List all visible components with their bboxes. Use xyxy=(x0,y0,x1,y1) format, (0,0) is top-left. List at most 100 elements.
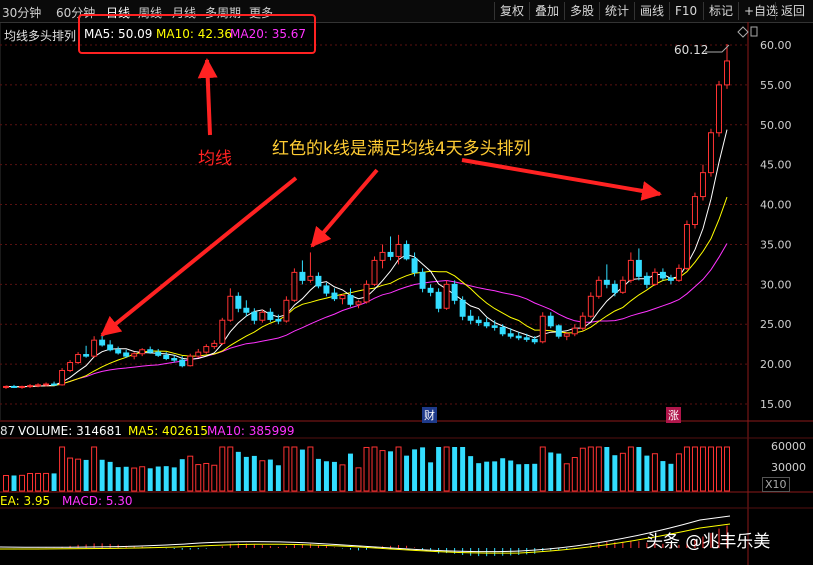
candle-body-46 xyxy=(371,259,378,285)
volume-bar-74 xyxy=(595,446,602,492)
volume-bar-84 xyxy=(675,453,682,492)
candle-body-74 xyxy=(595,279,602,297)
candle-body-48 xyxy=(387,251,394,257)
volume-prefix: 87 xyxy=(0,424,16,438)
candle-body-81 xyxy=(651,271,658,285)
dea-label: EA: 3.95 xyxy=(0,494,51,508)
candle-body-15 xyxy=(123,352,130,357)
volume-bar-60 xyxy=(484,461,490,491)
diamond-icon[interactable] xyxy=(737,26,749,38)
candle-body-17 xyxy=(139,349,146,355)
volume-bar-64 xyxy=(516,464,522,491)
price-tick-50: 50.00 xyxy=(760,119,792,132)
price-tick-40: 40.00 xyxy=(760,199,792,212)
arrow-to-first-rally xyxy=(100,176,298,337)
volume-bar-45 xyxy=(363,446,370,492)
volume-bar-86 xyxy=(691,446,698,492)
panel-toggle-icon[interactable] xyxy=(750,26,758,37)
candle-body-69 xyxy=(555,325,562,337)
volume-bar-15 xyxy=(123,466,129,491)
candle-body-40 xyxy=(323,285,330,294)
candle-body-66 xyxy=(531,338,538,343)
candle-body-19 xyxy=(155,351,162,356)
macd-label: MACD: 5.30 xyxy=(62,494,133,508)
limit-up-marker[interactable]: 涨 xyxy=(666,407,681,423)
volume-bar-38 xyxy=(307,446,314,492)
volume-bar-75 xyxy=(604,447,610,491)
dif-line xyxy=(0,515,731,553)
volume-scale-badge: X10 xyxy=(762,477,790,492)
volume-bar-68 xyxy=(548,452,554,491)
volume-bar-79 xyxy=(636,447,642,491)
candle-body-75 xyxy=(603,279,610,285)
candle-body-88 xyxy=(707,132,714,174)
candle-body-50 xyxy=(403,243,410,260)
candle-body-53 xyxy=(427,287,434,293)
candle-body-4 xyxy=(35,384,42,387)
candle-body-63 xyxy=(507,333,514,337)
volume-bar-41 xyxy=(331,461,337,491)
volume-bar-77 xyxy=(619,452,626,492)
volume-bar-89 xyxy=(716,446,722,492)
volume-bar-30 xyxy=(243,456,249,491)
volume-bar-56 xyxy=(452,447,458,491)
volume-bar-59 xyxy=(476,463,482,491)
candle-body-8 xyxy=(67,362,74,371)
candle-body-30 xyxy=(243,307,250,313)
candle-body-16 xyxy=(131,353,138,357)
volume-bar-40 xyxy=(323,461,329,491)
volume-bar-46 xyxy=(371,446,378,492)
candle-body-54 xyxy=(435,291,442,309)
volume-bar-88 xyxy=(707,446,714,492)
volume-bar-70 xyxy=(563,463,570,492)
price-tick-20: 20.00 xyxy=(760,358,792,371)
volume-bar-2 xyxy=(19,474,26,492)
candle-body-21 xyxy=(171,358,178,361)
candle-body-43 xyxy=(347,295,354,305)
volume-bar-23 xyxy=(187,455,194,492)
volume-bar-90 xyxy=(724,446,730,492)
volume-bar-11 xyxy=(91,446,98,492)
volume-bar-78 xyxy=(627,446,634,492)
candle-body-12 xyxy=(99,339,106,346)
volume-bar-72 xyxy=(579,447,586,492)
candle-body-68 xyxy=(547,315,554,327)
volume-bar-53 xyxy=(428,462,434,491)
candle-body-14 xyxy=(115,349,122,354)
volume-bar-49 xyxy=(395,446,402,492)
candle-body-42 xyxy=(339,295,346,300)
candle-body-52 xyxy=(419,271,426,289)
volume-bar-6 xyxy=(51,473,57,491)
candle-body-57 xyxy=(459,299,466,317)
volume-bar-76 xyxy=(612,455,618,491)
candle-body-78 xyxy=(627,259,634,281)
finance-marker[interactable]: 财 xyxy=(422,407,437,423)
volume-bar-47 xyxy=(379,450,386,492)
volume-bar-83 xyxy=(668,463,674,491)
candle-body-58 xyxy=(467,315,474,321)
volume-bar-22 xyxy=(179,459,185,491)
candle-body-60 xyxy=(483,322,490,327)
volume-bar-16 xyxy=(131,467,138,492)
candle-body-39 xyxy=(315,275,322,287)
volume-bar-87 xyxy=(699,446,706,492)
price-tick-25: 25.00 xyxy=(760,318,792,331)
candle-body-25 xyxy=(203,346,210,353)
volume-bar-61 xyxy=(492,461,498,491)
candle-body-45 xyxy=(363,283,370,303)
candle-body-51 xyxy=(411,258,418,273)
arrow-to-ma xyxy=(197,58,218,136)
volume-bar-31 xyxy=(251,455,257,491)
watermark: 头条 @兆丰乐美 xyxy=(646,532,771,552)
candle-body-23 xyxy=(187,355,194,367)
volume-bar-54 xyxy=(436,447,442,491)
volume-bar-55 xyxy=(443,446,450,492)
volume-bar-5 xyxy=(43,472,50,492)
candle-body-86 xyxy=(691,196,698,225)
candle-body-76 xyxy=(611,283,618,293)
volume-bar-14 xyxy=(115,467,121,491)
price-tick-35: 35.00 xyxy=(760,238,792,251)
candle-body-73 xyxy=(587,295,594,317)
volume-bar-36 xyxy=(291,446,298,492)
candle-body-47 xyxy=(379,251,386,261)
